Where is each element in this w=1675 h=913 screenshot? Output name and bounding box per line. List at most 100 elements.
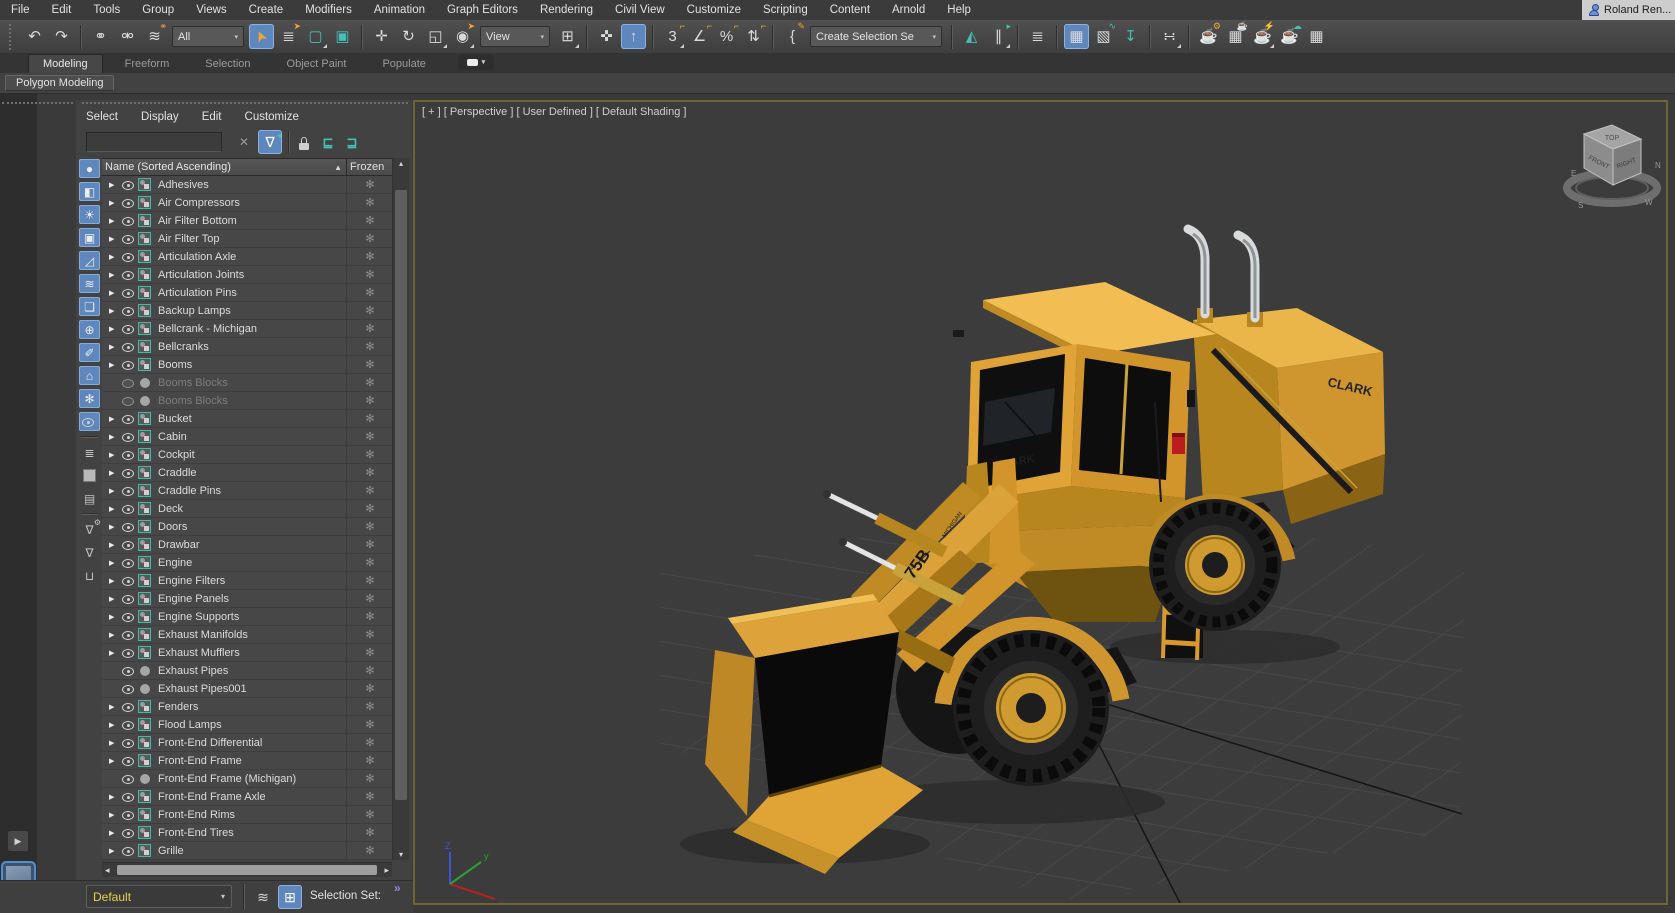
- frozen-icon[interactable]: ✻: [362, 520, 378, 533]
- table-row[interactable]: ▶Air Compressors✻: [102, 194, 392, 212]
- table-row[interactable]: ▶Engine Supports✻: [102, 608, 392, 626]
- expand-arrow-icon[interactable]: ▶: [109, 793, 121, 801]
- compass-n-label[interactable]: N: [1655, 161, 1661, 170]
- table-row[interactable]: ▶Drawbar✻: [102, 536, 392, 554]
- render-production-icon[interactable]: ☕⚡: [1250, 24, 1275, 49]
- frozen-icon[interactable]: ✻: [362, 592, 378, 605]
- visibility-toggle-icon[interactable]: [121, 412, 135, 425]
- expand-arrow-icon[interactable]: ▶: [109, 199, 121, 207]
- frozen-icon[interactable]: ✻: [362, 286, 378, 299]
- snaps-toggle-icon[interactable]: 3⌐: [660, 24, 685, 49]
- frozen-column-header[interactable]: Frozen: [350, 161, 392, 173]
- visibility-toggle-icon[interactable]: [121, 574, 135, 587]
- window-crossing-toggle-icon[interactable]: ▣: [330, 24, 355, 49]
- table-row[interactable]: ▶Air Filter Bottom✻: [102, 212, 392, 230]
- selection-filter-button[interactable]: ∇ ◂: [258, 130, 282, 154]
- toggle-scene-explorer-icon[interactable]: ▦: [1064, 24, 1089, 49]
- visibility-toggle-icon[interactable]: [121, 718, 135, 731]
- frozen-icon[interactable]: ✻: [362, 196, 378, 209]
- frozen-icon[interactable]: ✻: [362, 682, 378, 695]
- menu-views[interactable]: Views: [185, 0, 237, 20]
- visibility-toggle-icon[interactable]: [121, 502, 135, 515]
- explorer-menu-edit[interactable]: Edit: [202, 109, 222, 125]
- tab-object-paint[interactable]: Object Paint: [273, 55, 361, 73]
- table-row[interactable]: Front-End Frame (Michigan)✻: [102, 770, 392, 788]
- visibility-toggle-icon[interactable]: [121, 232, 135, 245]
- table-row[interactable]: ▶Exhaust Mufflers✻: [102, 644, 392, 662]
- expand-arrow-icon[interactable]: ▶: [109, 721, 121, 729]
- visibility-toggle-icon[interactable]: [121, 178, 135, 191]
- visibility-toggle-icon[interactable]: [121, 772, 135, 785]
- frozen-icon[interactable]: ✻: [362, 790, 378, 803]
- table-row[interactable]: ▶Craddle✻: [102, 464, 392, 482]
- mirror-icon[interactable]: ◭: [959, 24, 984, 49]
- lock-cell-editing-button[interactable]: [294, 133, 314, 153]
- frozen-icon[interactable]: ✻: [362, 232, 378, 245]
- table-row[interactable]: ▶Adhesives✻: [102, 176, 392, 194]
- scroll-up-icon[interactable]: ▴: [393, 159, 409, 168]
- frozen-icon[interactable]: ✻: [362, 664, 378, 677]
- visibility-toggle-icon[interactable]: [121, 790, 135, 803]
- frozen-icon[interactable]: ✻: [362, 826, 378, 839]
- menu-graph-editors[interactable]: Graph Editors: [436, 0, 529, 20]
- expand-arrow-icon[interactable]: ▶: [109, 253, 121, 261]
- visibility-toggle-icon[interactable]: [121, 376, 135, 389]
- visibility-toggle-icon[interactable]: [121, 754, 135, 767]
- menu-rendering[interactable]: Rendering: [529, 0, 604, 20]
- expand-arrow-icon[interactable]: ▶: [109, 577, 121, 585]
- select-and-scale-icon[interactable]: ◱: [423, 24, 448, 49]
- visibility-toggle-icon[interactable]: [121, 826, 135, 839]
- curve-editor-icon[interactable]: ▧∿: [1091, 24, 1116, 49]
- visibility-toggle-icon[interactable]: [121, 538, 135, 551]
- frozen-icon[interactable]: ✻: [362, 484, 378, 497]
- schematic-view-icon[interactable]: ∺: [1157, 24, 1182, 49]
- expand-arrow-icon[interactable]: ▶: [109, 523, 121, 531]
- expand-arrow-icon[interactable]: ▶: [109, 541, 121, 549]
- select-object-icon[interactable]: ➤: [249, 24, 274, 49]
- expand-arrow-icon[interactable]: ▶: [109, 361, 121, 369]
- expand-arrow-icon[interactable]: ▶: [109, 433, 121, 441]
- frozen-icon[interactable]: ✻: [362, 394, 378, 407]
- menu-customize[interactable]: Customize: [676, 0, 752, 20]
- visibility-toggle-icon[interactable]: [121, 196, 135, 209]
- menu-content[interactable]: Content: [819, 0, 881, 20]
- visibility-toggle-icon[interactable]: [121, 286, 135, 299]
- menu-file[interactable]: File: [0, 0, 41, 20]
- visibility-toggle-icon[interactable]: [121, 358, 135, 371]
- display-lights-icon[interactable]: ☀: [79, 205, 100, 224]
- visibility-toggle-icon[interactable]: [121, 430, 135, 443]
- expand-arrow-icon[interactable]: ▶: [109, 271, 121, 279]
- manage-layers-button[interactable]: ≋: [252, 886, 274, 908]
- select-by-name-icon[interactable]: ≣➤: [276, 24, 301, 49]
- frozen-icon[interactable]: ✻: [362, 754, 378, 767]
- display-bones-icon[interactable]: ✐: [79, 343, 100, 362]
- visibility-toggle-icon[interactable]: [121, 556, 135, 569]
- visibility-toggle-icon[interactable]: [121, 664, 135, 677]
- table-row[interactable]: ▶Front-End Frame Axle✻: [102, 788, 392, 806]
- visibility-toggle-icon[interactable]: [121, 466, 135, 479]
- display-containers-icon[interactable]: ⌂: [79, 366, 100, 385]
- frozen-icon[interactable]: ✻: [362, 412, 378, 425]
- visibility-toggle-icon[interactable]: [121, 448, 135, 461]
- expand-arrow-icon[interactable]: ▶: [109, 307, 121, 315]
- display-none-icon[interactable]: ●: [79, 159, 100, 178]
- table-row[interactable]: ▶Bellcranks✻: [102, 338, 392, 356]
- table-row[interactable]: ▶Bucket✻: [102, 410, 392, 428]
- table-row[interactable]: ▶Air Filter Top✻: [102, 230, 392, 248]
- horizontal-scrollbar[interactable]: ◂ ▸: [102, 862, 392, 877]
- expand-arrow-icon[interactable]: ▶: [109, 289, 121, 297]
- menu-modifiers[interactable]: Modifiers: [294, 0, 363, 20]
- scroll-right-icon[interactable]: ▸: [384, 865, 389, 876]
- edit-named-selection-sets-icon[interactable]: {✎: [780, 24, 805, 49]
- expand-arrow-icon[interactable]: ▶: [109, 829, 121, 837]
- search-input[interactable]: [86, 132, 222, 152]
- table-row[interactable]: ▶Cabin✻: [102, 428, 392, 446]
- frozen-icon[interactable]: ✻: [362, 700, 378, 713]
- explorer-menu-customize[interactable]: Customize: [245, 109, 299, 125]
- menu-civil-view[interactable]: Civil View: [604, 0, 676, 20]
- menu-help[interactable]: Help: [936, 0, 982, 20]
- explorer-menu-select[interactable]: Select: [86, 109, 118, 125]
- frozen-icon[interactable]: ✻: [362, 250, 378, 263]
- explorer-menu-display[interactable]: Display: [141, 109, 179, 125]
- viewcube[interactable]: TOP FRONT RIGHT E S W N: [1567, 125, 1661, 210]
